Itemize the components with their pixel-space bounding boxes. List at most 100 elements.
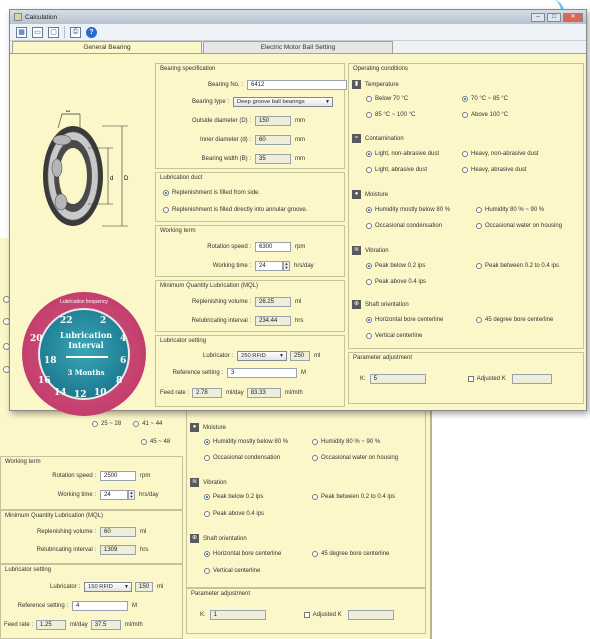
back-moisture-option-2[interactable]: Humidity 80 % ~ 90 % [312,439,380,445]
vibration-category: ≋ Vibration [190,478,227,487]
back-mql-panel: Minimum Quantity Lubrication (MQL) [0,510,183,564]
back-replenishing-volume-field: 60 [100,527,136,537]
contamination-option-3[interactable]: Light, abrasive dust [366,167,462,173]
vibration-option-2[interactable]: Peak between 0.2 to 0.4 ips [476,263,559,269]
shaft-icon: ⊕ [190,534,199,543]
toolbar-separator [64,26,65,38]
bearing-drawing: B D d [43,110,129,227]
contamination-option-1[interactable]: Light, non-abrasive dust [366,151,462,157]
vibration-option-1[interactable]: Peak below 0.2 ips [366,263,476,269]
back-moisture-option-3[interactable]: Occasional condensation [204,455,312,461]
moisture-option-4[interactable]: Occasional water on housing [476,223,562,229]
minimize-button[interactable]: – [531,12,545,22]
moisture-option-1[interactable]: Humidity mostly below 80 % [366,207,476,213]
k-value-field: 5 [369,374,426,384]
outer-d-label: D [124,176,129,182]
title-bar: Calculation – □ ✕ [10,10,586,24]
back-lubricator-select[interactable]: 150 RFID ▼ [84,582,132,592]
document-icon[interactable]: ▢ [48,26,59,38]
back-reference-setting-input[interactable]: 4 [72,601,128,611]
temperature-option-1[interactable]: Below 70 °C [366,96,462,102]
back-vibration-option-3[interactable]: Peak above 0.4 ips [204,511,264,517]
app-icon [14,13,22,21]
width-b-label: B [66,110,70,114]
help-icon[interactable]: ? [86,26,97,38]
vibration-icon: ≋ [352,246,361,255]
tab-general-bearing[interactable]: General Bearing [12,41,202,53]
back-shaft-option-2[interactable]: 45 degree bore centerline [312,551,389,557]
maximize-button[interactable]: □ [547,12,561,22]
back-k-field: 1 [209,610,266,620]
tab-electric-motor[interactable]: Electric Motor Ball Setting [203,41,393,53]
calculator-icon[interactable]: ▦ [16,26,27,38]
back-working-time-spinner[interactable]: ▲ ▼ [128,490,135,500]
bearing-number-input[interactable]: 6412 [247,80,347,90]
back-relubricating-interval-field: 1309 [100,545,136,555]
section-title: Bearing specification [160,66,216,72]
duct-annular-radio[interactable]: Replenishment is filled directly into an… [163,207,307,213]
feed-rate-day-field: 2.78 [192,388,223,398]
droplet-icon: ● [352,190,361,199]
lubrication-duct-panel: Lubrication duct [155,172,345,222]
shaft-orientation-category: ⊕ Shaft orientation [352,300,409,309]
back-working-time-input[interactable]: 24 [100,490,128,500]
moisture-option-3[interactable]: Occasional condensation [366,223,476,229]
reference-setting-input[interactable]: 3 [227,368,297,378]
back-moisture-option-1[interactable]: Humidity mostly below 80 % [204,439,312,445]
moisture-option-2[interactable]: Humidity 80 % ~ 90 % [476,207,544,213]
back-shaft-option-1[interactable]: Horizontal bore centerline [204,551,312,557]
bearing-width-field: 35 [255,154,291,164]
working-time-input[interactable]: 24 [255,261,283,271]
back-vibration-option-1[interactable]: Peak below 0.2 ips [204,494,312,500]
relubricating-interval-field: 234.44 [255,316,291,326]
inner-diameter-field: 60 [255,135,291,145]
adjusted-k-checkbox[interactable] [467,376,474,382]
vibration-icon: ≋ [190,478,199,487]
droplet-icon: ● [190,423,199,432]
bearing-type-select[interactable]: Deep groove ball bearings ▼ [233,97,333,107]
lubricator-select[interactable]: 250 RFID ▼ [237,351,287,361]
contamination-option-4[interactable]: Heavy, abrasive dust [462,167,527,173]
thermometer-icon: ▮ [352,80,361,89]
moisture-category: ● Moisture [352,190,388,199]
range-option-1[interactable]: 25 ~ 28 [92,421,121,427]
window-title: Calculation [25,13,58,21]
range-option-2[interactable]: 41 ~ 44 [133,421,162,427]
vibration-category: ≋ Vibration [352,246,389,255]
dial-title: Lubrication frequency [60,299,108,305]
section-title: Working term [5,459,41,465]
back-moisture-option-4[interactable]: Occasional water on housing [312,455,398,461]
dial-face: 22 2 20 4 18 6 16 8 14 12 10 Lubrication… [30,308,130,400]
shaft-category: ⊕ Shaft orientation [190,534,247,543]
temperature-category: ▮ Temperature [352,80,399,89]
shaft-icon: ⊕ [352,300,361,309]
back-adjusted-k-checkbox[interactable] [303,612,310,618]
shaft-option-3[interactable]: Vertical centerline [366,333,422,339]
outside-diameter-field: 150 [255,116,291,126]
temperature-option-4[interactable]: Above 100 °C [462,112,508,118]
rotation-speed-input[interactable]: 6300 [255,242,291,252]
range-option-3[interactable]: 45 ~ 48 [141,439,170,445]
back-vibration-option-2[interactable]: Peak between 0.2 to 0.4 ips [312,494,395,500]
contamination-option-2[interactable]: Heavy, non-abrasive dust [462,151,539,157]
vibration-option-3[interactable]: Peak above 0.4 ips [366,279,426,285]
print-icon[interactable]: ⎙ [70,26,81,38]
back-shaft-option-3[interactable]: Vertical centerline [204,568,260,574]
back-rotation-speed-input[interactable]: 2500 [100,471,136,481]
adjusted-k-field [511,374,552,384]
duct-side-radio[interactable]: Replenishment is filled from side. [163,190,260,196]
dust-icon: ≈ [352,134,361,143]
tab-bar: General Bearing Electric Motor Ball Sett… [10,41,586,54]
dial-pointer [66,356,108,358]
temperature-option-3[interactable]: 85 °C ~ 100 °C [366,112,462,118]
temperature-option-2[interactable]: 70 °C ~ 85 °C [462,96,508,102]
toolbar: ▦ ▭ ▢ ⎙ ? [10,24,586,41]
window-icon[interactable]: ▭ [32,26,43,38]
shaft-option-2[interactable]: 45 degree bore centerline [476,317,553,323]
close-button[interactable]: ✕ [563,12,583,22]
lubricator-size-field: 250 [290,351,310,361]
shaft-option-1[interactable]: Horizontal bore centerline [366,317,476,323]
calculation-window: Calculation – □ ✕ ▦ ▭ ▢ ⎙ ? General Bear… [9,9,587,416]
working-time-spinner[interactable]: ▲ ▼ [283,261,290,271]
inner-d-label: d [110,176,113,182]
